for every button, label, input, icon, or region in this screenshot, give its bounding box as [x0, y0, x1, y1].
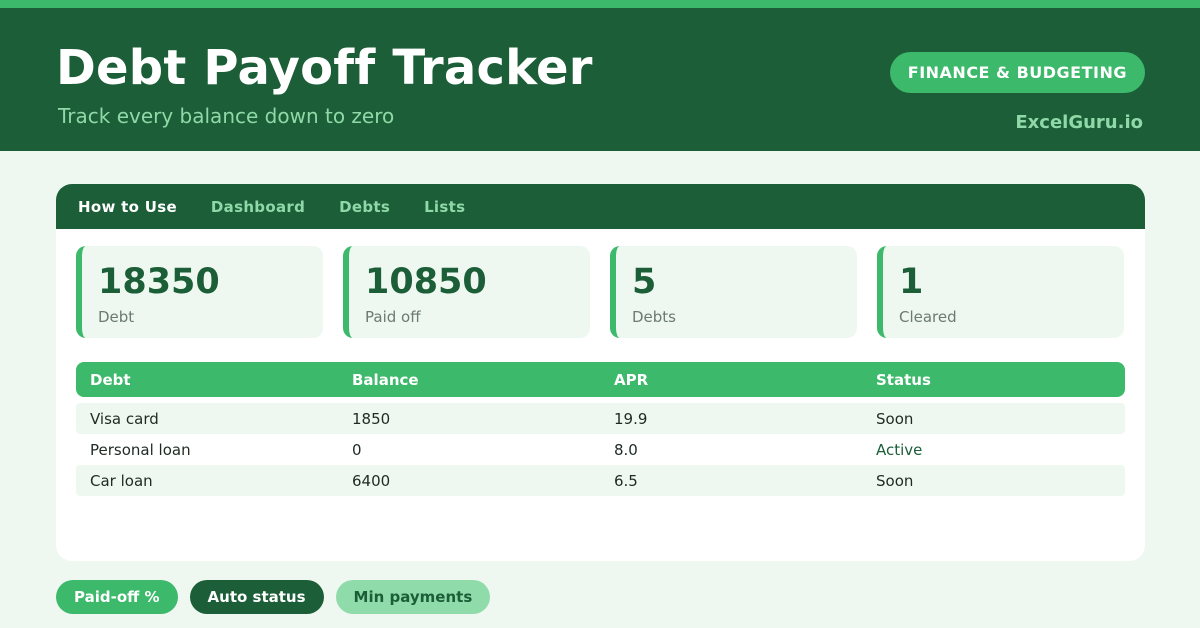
cell-status[interactable]: Soon	[862, 472, 1125, 490]
table-row[interactable]: Car loan 6400 6.5 Soon	[76, 465, 1125, 496]
column-header-debt[interactable]: Debt	[76, 371, 338, 389]
cell-debt[interactable]: Visa card	[76, 410, 338, 428]
kpi-value: 18350	[98, 262, 220, 302]
tab-dashboard[interactable]: Dashboard	[211, 198, 305, 216]
cell-apr[interactable]: 8.0	[600, 441, 862, 459]
top-accent-stripe	[0, 0, 1200, 8]
tab-debts[interactable]: Debts	[339, 198, 390, 216]
brand-name: ExcelGuru.io	[1015, 112, 1143, 133]
page-title: Debt Payoff Tracker	[56, 40, 593, 96]
cell-apr[interactable]: 6.5	[600, 472, 862, 490]
table-header-row: Debt Balance APR Status	[76, 362, 1125, 397]
cell-status[interactable]: Active	[862, 441, 1125, 459]
kpi-card-debt: 18350 Debt	[76, 246, 323, 338]
kpi-card-paid-off: 10850 Paid off	[343, 246, 590, 338]
kpi-card-debts: 5 Debts	[610, 246, 857, 338]
cell-balance[interactable]: 1850	[338, 410, 600, 428]
cell-debt[interactable]: Personal loan	[76, 441, 338, 459]
feature-chip-min-payments: Min payments	[335, 580, 491, 614]
column-header-balance[interactable]: Balance	[338, 371, 600, 389]
kpi-value: 5	[632, 262, 657, 302]
debts-table: Debt Balance APR Status Visa card 1850 1…	[76, 362, 1125, 496]
cell-status[interactable]: Soon	[862, 410, 1125, 428]
feature-chips: Paid-off % Auto status Min payments	[56, 580, 502, 614]
table-row[interactable]: Visa card 1850 19.9 Soon	[76, 403, 1125, 434]
column-header-status[interactable]: Status	[862, 371, 1125, 389]
cell-apr[interactable]: 19.9	[600, 410, 862, 428]
kpi-label: Cleared	[899, 308, 957, 326]
feature-chip-auto-status: Auto status	[189, 580, 324, 614]
table-row[interactable]: Personal loan 0 8.0 Active	[76, 434, 1125, 465]
column-header-apr[interactable]: APR	[600, 371, 862, 389]
page-subtitle: Track every balance down to zero	[58, 104, 395, 128]
tab-lists[interactable]: Lists	[424, 198, 465, 216]
workbook-preview-card: How to Use Dashboard Debts Lists 18350 D…	[56, 184, 1145, 561]
feature-chip-paid-off-percent: Paid-off %	[56, 580, 178, 614]
kpi-value: 1	[899, 262, 924, 302]
category-badge: FINANCE & BUDGETING	[889, 52, 1145, 93]
tab-how-to-use[interactable]: How to Use	[78, 198, 177, 216]
kpi-label: Debt	[98, 308, 135, 326]
cell-debt[interactable]: Car loan	[76, 472, 338, 490]
kpi-label: Debts	[632, 308, 676, 326]
cell-balance[interactable]: 6400	[338, 472, 600, 490]
kpi-card-cleared: 1 Cleared	[877, 246, 1124, 338]
sheet-tabs: How to Use Dashboard Debts Lists	[56, 184, 1145, 229]
cell-balance[interactable]: 0	[338, 441, 600, 459]
kpi-label: Paid off	[365, 308, 421, 326]
header-banner: Debt Payoff Tracker Track every balance …	[0, 8, 1200, 151]
kpi-value: 10850	[365, 262, 487, 302]
